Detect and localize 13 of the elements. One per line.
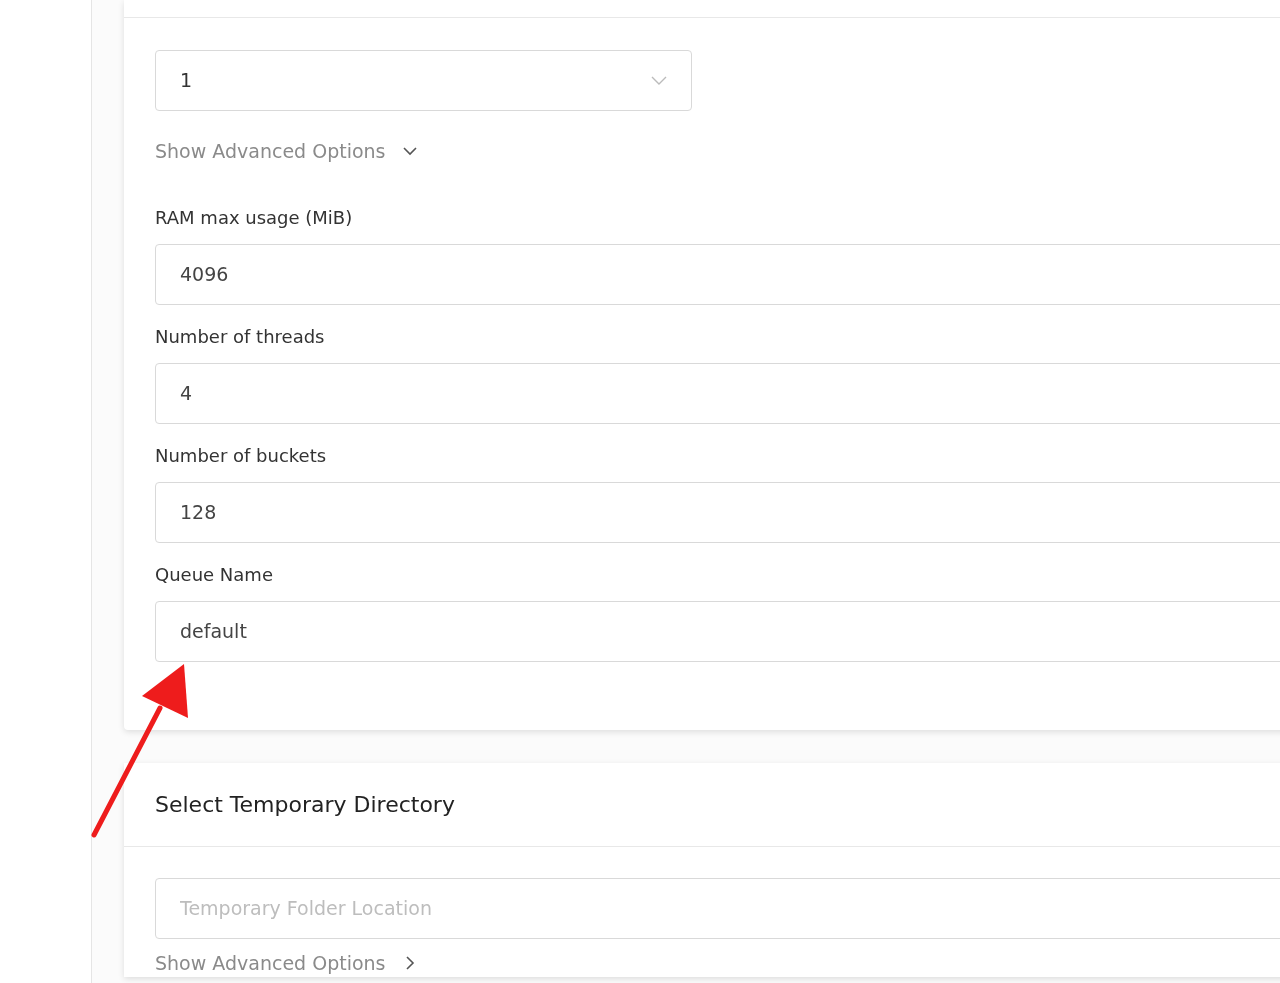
- input-field[interactable]: Temporary Folder Location: [155, 877, 1280, 939]
- chevron-down-icon: [651, 75, 667, 86]
- select-field[interactable]: 1: [155, 50, 692, 111]
- field-label: Queue Name: [155, 562, 274, 587]
- input-field[interactable]: 4: [155, 362, 1280, 424]
- input-field[interactable]: 128: [155, 481, 1280, 543]
- field-label: RAM max usage (MiB): [155, 205, 354, 230]
- select-value: 1: [180, 68, 193, 94]
- input-field[interactable]: 4096: [155, 243, 1280, 305]
- card-title: Select Temporary Directory: [155, 790, 455, 819]
- field-label: Number of buckets: [155, 443, 328, 468]
- field-label: Number of threads: [155, 324, 326, 349]
- input-field[interactable]: default: [155, 600, 1280, 662]
